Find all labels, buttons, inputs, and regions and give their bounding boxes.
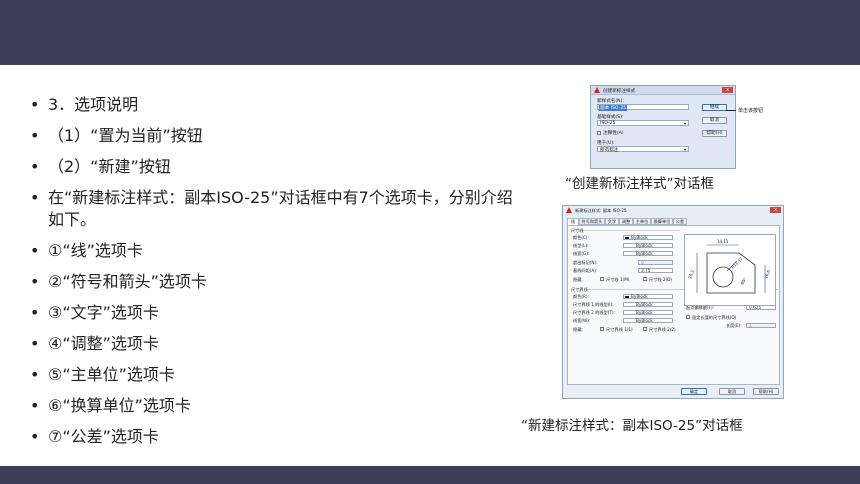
extend-ticks-input[interactable]: 0 (638, 260, 673, 265)
suppress-dim1-checkbox[interactable] (600, 277, 604, 281)
tab-primary-units[interactable]: 主单位 (633, 218, 651, 225)
ext-linetype2-select[interactable]: ByBlock (623, 310, 673, 315)
list-item: • （1）“置为当前”按钮 (30, 126, 203, 145)
list-item: • ①“线”选项卡 (30, 241, 143, 260)
close-icon[interactable]: x (722, 87, 733, 93)
ext-suppress1-label: 尺寸界线 1(1) (606, 327, 633, 332)
preview-dim-label: 60° (740, 277, 748, 286)
preview-dim-label: R11,17 (730, 256, 744, 270)
chevron-down-icon: ▾ (683, 147, 686, 152)
suppress-dim1-label: 尺寸线 1(M) (606, 277, 630, 282)
tab-text[interactable]: 文字 (605, 218, 619, 225)
preview-drawing: 14,11 16,6 28,2 R11,17 60° (687, 239, 771, 294)
list-item: • 3．选项说明 (30, 95, 139, 114)
dim-color-select[interactable]: ByBlock (623, 235, 673, 240)
ext-lineweight-select[interactable]: ByBlock (623, 318, 673, 323)
callout-text: 单击该按钮 (738, 108, 764, 114)
dim-lineweight-select[interactable]: ByBlock (623, 251, 673, 256)
annotative-label: 注释性(A) (603, 131, 624, 136)
ext-color-label: 颜色(R): (573, 294, 589, 299)
list-item: • ⑥“换算单位”选项卡 (30, 396, 191, 415)
dim-linetype-select[interactable]: ByBlock (623, 243, 673, 248)
extend-ticks-label: 超出标记(N): (573, 260, 598, 265)
autocad-logo-icon (566, 207, 572, 213)
dim-lines-group: 尺寸线 (571, 228, 584, 233)
bottom-banner (0, 466, 860, 484)
new-style-input[interactable]: 副本 ISO-25 (597, 104, 689, 111)
list-item: • 在“新建标注样式：副本ISO-25”对话框中有7个选项卡，分别介绍如下。 (30, 188, 513, 229)
list-item: • ③“文字”选项卡 (30, 303, 159, 322)
caption-dialog2: “新建标注样式：副本ISO-25”对话框 (521, 418, 743, 434)
ext-suppress-label: 隐藏: (573, 327, 583, 332)
annotative-checkbox[interactable] (597, 131, 601, 135)
new-dim-style-dialog: 新建标注样式: 副本 ISO-25 x 线 符号和箭头 文字 调整 主单位 换算… (562, 205, 784, 399)
chevron-down-icon: ▾ (683, 121, 686, 126)
baseline-spacing-label: 基线间距(A): (573, 268, 598, 273)
ext-linetype1-select[interactable]: ByBlock (623, 302, 673, 307)
length-input[interactable]: 1 (746, 323, 776, 328)
create-dim-style-dialog: 创建新标注样式 x 新样式名(N): 副本 ISO-25 基础样式(S): IS… (590, 85, 736, 169)
dialog-title: 新建标注样式: 副本 ISO-25 (575, 208, 627, 213)
preview-dim-label: 16,6 (763, 269, 771, 280)
ok-button[interactable]: 确定 (681, 388, 707, 395)
length-label: 长度(E): (726, 323, 742, 328)
baseline-spacing-input[interactable]: 3.75 (638, 268, 673, 273)
use-for-select[interactable]: 所有标注 ▾ (597, 146, 689, 153)
ext-linetype2-label: 尺寸界线 2 的线型(T): (573, 310, 615, 315)
ext-suppress2-checkbox[interactable] (643, 327, 647, 331)
base-style-select[interactable]: ISO-25 ▾ (597, 120, 689, 126)
ext-suppress2-label: 尺寸界线 2(2) (649, 327, 676, 332)
list-item: • （2）“新建”按钮 (30, 157, 171, 176)
dim-style-preview: 14,11 16,6 28,2 R11,17 60° (684, 234, 776, 306)
ext-linetype1-label: 尺寸界线 1 的线型(I): (573, 302, 614, 307)
dim-lineweight-label: 线宽(G): (573, 251, 590, 256)
color-swatch (625, 296, 629, 298)
tab-fit[interactable]: 调整 (619, 218, 633, 225)
cancel-button[interactable]: 取消 (702, 117, 727, 124)
tab-alternate-units[interactable]: 换算单位 (651, 218, 673, 225)
fixed-length-label: 固定长度的尺寸界线(O) (692, 315, 737, 320)
fixed-length-checkbox[interactable] (686, 315, 690, 319)
list-item: • ⑤“主单位”选项卡 (30, 365, 175, 384)
preview-dim-label: 28,2 (687, 269, 695, 280)
ext-lines-group: 尺寸界线 (571, 287, 588, 292)
ext-lineweight-label: 线宽(W): (573, 318, 591, 323)
preview-dim-label: 14,11 (717, 239, 729, 244)
tab-symbols-arrows[interactable]: 符号和箭头 (579, 218, 605, 225)
callout-line (726, 110, 736, 111)
dialog-title-bar: 创建新标注样式 x (591, 86, 735, 95)
continue-button[interactable]: 继续 (702, 104, 727, 111)
suppress-label: 隐藏: (573, 277, 583, 282)
divider (584, 230, 680, 231)
list-item: • ⑦“公差”选项卡 (30, 427, 159, 446)
dim-linetype-label: 线型(L): (573, 243, 589, 248)
tab-tolerances[interactable]: 公差 (673, 218, 687, 225)
bullet-list: • 3．选项说明 • （1）“置为当前”按钮 • （2）“新建”按钮 • 在“新建标注样… (30, 94, 520, 457)
cancel-button[interactable]: 取消 (719, 388, 745, 395)
top-banner (0, 0, 860, 65)
ext-color-select[interactable]: ByBlock (623, 294, 673, 299)
suppress-dim2-label: 尺寸线 2(D) (649, 277, 673, 282)
ext-suppress1-checkbox[interactable] (600, 327, 604, 331)
caption-dialog1: “创建新标注样式”对话框 (565, 176, 714, 192)
color-swatch (625, 237, 629, 239)
suppress-dim2-checkbox[interactable] (643, 277, 647, 281)
help-button[interactable]: 帮助(H) (702, 130, 727, 137)
lines-tab-panel: 尺寸线 颜色(C): ByBlock 线型(L): ByBlock 线宽(G):… (567, 225, 780, 385)
help-button[interactable]: 帮助(H) (753, 388, 779, 395)
dialog-title: 创建新标注样式 (603, 89, 636, 94)
autocad-logo-icon (594, 87, 600, 93)
list-item: • ④“调整”选项卡 (30, 334, 159, 353)
dim-color-label: 颜色(C): (573, 235, 589, 240)
close-icon[interactable]: x (770, 207, 781, 213)
list-item: • ②“符号和箭头”选项卡 (30, 272, 207, 291)
